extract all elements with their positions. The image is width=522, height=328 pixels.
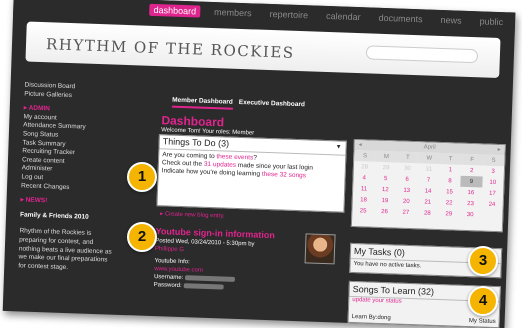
calendar-day[interactable]: 24 <box>481 198 503 210</box>
create-blog-link[interactable]: ▸ Create new blog entry. <box>160 210 225 219</box>
calendar-day[interactable]: 28 <box>354 161 376 173</box>
calendar-day[interactable] <box>481 209 503 221</box>
nav-news[interactable]: news <box>436 14 465 27</box>
calendar-day[interactable]: 15 <box>439 186 461 198</box>
nav-calendar[interactable]: calendar <box>322 10 365 23</box>
calendar-day[interactable]: 29 <box>375 162 397 174</box>
calendar-day[interactable]: 5 <box>375 173 397 185</box>
redacted-value <box>183 283 224 290</box>
calendar-day[interactable]: 21 <box>417 196 439 208</box>
password-label: Password: <box>153 282 182 290</box>
weekday-label: M <box>375 150 398 163</box>
username-label: Username: <box>153 274 184 282</box>
app-window: dashboard members repertoire calendar do… <box>2 0 516 328</box>
main-content: Member Dashboard Executive Dashboard Das… <box>154 96 506 328</box>
nav-documents[interactable]: documents <box>374 12 426 26</box>
nav-members[interactable]: members <box>210 6 256 20</box>
search-input[interactable] <box>365 45 479 64</box>
callout-badge-1: 1 <box>127 162 157 192</box>
calendar-day[interactable]: 25 <box>352 205 374 217</box>
calendar-day[interactable]: 23 <box>460 198 482 210</box>
calendar-day[interactable]: 10 <box>482 176 504 188</box>
calendar-day[interactable]: 2 <box>461 165 483 177</box>
calendar-day[interactable]: 26 <box>374 206 396 218</box>
things-to-do-panel: Things To Do (3) ▼ Are you coming to the… <box>156 134 347 213</box>
calendar-day[interactable]: 18 <box>353 194 375 206</box>
calendar-day[interactable]: 7 <box>418 174 440 186</box>
calendar-day[interactable]: 11 <box>353 183 375 195</box>
callout-badge-4: 4 <box>468 286 498 316</box>
weekday-label: F <box>461 153 483 166</box>
calendar-grid: SMTWTFS 28 29 30 31 1 2 3 4 5 6 7 8 9 10 11 12 13 14 15 16 1… <box>352 150 505 221</box>
prev-month-icon[interactable]: ◂ <box>359 140 362 150</box>
weekday-label: S <box>482 154 505 167</box>
nav-dashboard[interactable]: dashboard <box>149 3 201 18</box>
things-to-do-title: Things To Do (3) <box>162 136 230 149</box>
callout-badge-2: 2 <box>127 222 157 252</box>
nav-repertoire[interactable]: repertoire <box>265 8 312 22</box>
my-status-column: My Status <box>468 318 496 326</box>
calendar-day[interactable]: 8 <box>439 175 461 187</box>
weekday-label: T <box>439 153 462 165</box>
weekday-label: W <box>418 152 441 164</box>
calendar-day[interactable]: 13 <box>396 184 418 196</box>
weekday-label: S <box>354 150 376 162</box>
learn-by-column: Learn By:dong <box>351 314 391 322</box>
calendar-day[interactable]: 30 <box>459 209 481 221</box>
calendar-day[interactable]: 31 <box>418 163 440 175</box>
create-blog-label: Create new blog entry. <box>164 211 225 220</box>
calendar-day[interactable]: 27 <box>395 206 417 218</box>
site-title: RHYTHM OF THE ROCKIES <box>45 35 295 62</box>
nav-public[interactable]: public <box>475 15 507 28</box>
calendar-day[interactable]: 1 <box>439 164 461 176</box>
calendar-day[interactable]: 9 <box>460 175 483 188</box>
calendar-day[interactable]: 20 <box>395 195 417 207</box>
calendar-widget: ◂ April ▸ SMTWTFS 28 29 30 31 1 2 3 4 5 6 7 8 9 10 11 1… <box>350 138 506 233</box>
calendar-day[interactable]: 14 <box>417 185 439 197</box>
calendar-day[interactable]: 22 <box>438 197 460 209</box>
author-avatar <box>304 233 336 265</box>
calendar-day[interactable]: 28 <box>416 207 438 219</box>
weekday-label: T <box>396 151 419 164</box>
calendar-month: April <box>423 144 436 151</box>
calendar-day[interactable]: 3 <box>482 165 504 177</box>
tab-member-dashboard[interactable]: Member Dashboard <box>171 96 233 110</box>
todo-text: Check out the <box>161 159 204 168</box>
next-month-icon[interactable]: ▸ <box>497 145 501 155</box>
tab-executive-dashboard[interactable]: Executive Dashboard <box>239 99 305 112</box>
calendar-day[interactable]: 29 <box>438 208 460 220</box>
dropdown-arrow-icon[interactable]: ▼ <box>335 141 342 154</box>
news-header-label: NEWS! <box>25 196 48 205</box>
calendar-day[interactable]: 6 <box>396 173 418 185</box>
events-link[interactable]: these events <box>216 153 253 161</box>
calendar-day[interactable]: 16 <box>460 187 482 199</box>
calendar-day[interactable]: 4 <box>353 172 375 184</box>
songs-link[interactable]: these 32 songs <box>262 171 306 180</box>
news-header: ▸ NEWS! <box>20 196 48 205</box>
callout-badge-3: 3 <box>468 246 498 276</box>
admin-header-label: ADMIN <box>28 104 51 113</box>
calendar-day[interactable]: 12 <box>374 184 396 196</box>
calendar-day[interactable]: 30 <box>397 163 419 175</box>
todo-text: ? <box>253 154 258 162</box>
calendar-day[interactable]: 19 <box>374 195 396 207</box>
calendar-day[interactable]: 17 <box>481 187 503 199</box>
news-title[interactable]: Family & Friends 2010 <box>20 211 150 224</box>
news-body: Rhythm of the Rockies is preparing for c… <box>18 227 112 271</box>
redacted-value <box>184 275 236 282</box>
updates-link[interactable]: 31 updates <box>204 161 236 169</box>
